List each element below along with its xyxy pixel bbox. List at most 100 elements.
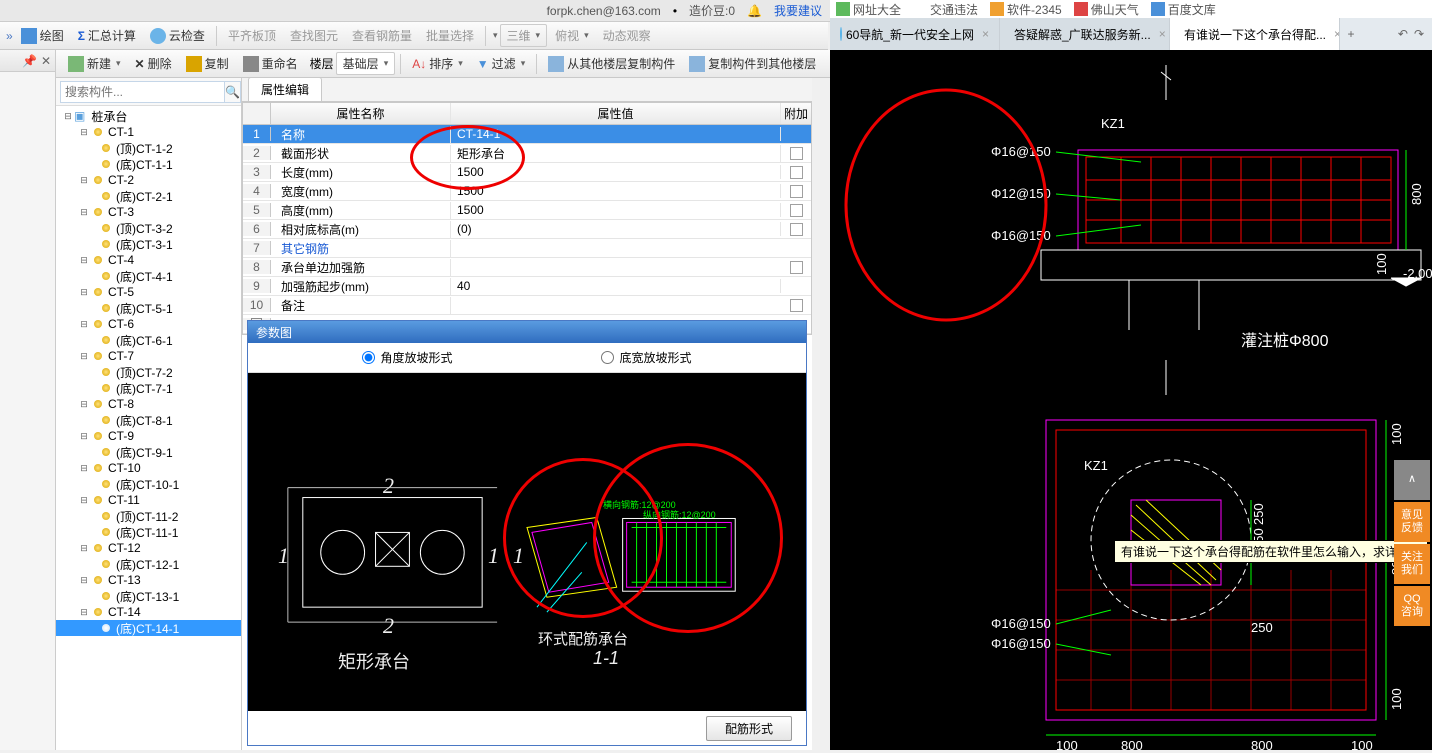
- browser-tab[interactable]: 有谁说一下这个承台得配...×: [1170, 18, 1340, 50]
- tree-node[interactable]: ⊟CT-4: [56, 252, 241, 268]
- property-row[interactable]: 2截面形状矩形承台: [243, 144, 811, 163]
- sum-button[interactable]: Σ汇总计算: [72, 25, 142, 46]
- property-grid: 属性名称 属性值 附加 1名称CT-14-12截面形状矩形承台3长度(mm)15…: [242, 102, 812, 335]
- radio-bottom-width-slope[interactable]: 底宽放坡形式: [601, 349, 691, 366]
- delete-button[interactable]: ✕删除: [129, 53, 178, 74]
- browser-tab[interactable]: 答疑解惑_广联达服务新...×: [1000, 18, 1170, 50]
- component-tree-panel: 🔍 ⊟▣桩承台⊟CT-1(顶)CT-1-2(底)CT-1-1⊟CT-2(底)CT…: [56, 78, 242, 750]
- tree-leaf[interactable]: (顶)CT-3-2: [56, 220, 241, 236]
- qq-button[interactable]: QQ 咨询: [1394, 586, 1430, 626]
- tree-leaf[interactable]: (底)CT-1-1: [56, 156, 241, 172]
- tree-node[interactable]: ⊟CT-13: [56, 572, 241, 588]
- rename-button[interactable]: 重命名: [237, 53, 304, 74]
- sort-button[interactable]: A↓排序▾: [406, 53, 469, 74]
- property-row[interactable]: 3长度(mm)1500: [243, 163, 811, 182]
- draw-button[interactable]: 绘图: [15, 25, 70, 46]
- property-row[interactable]: 7其它钢筋: [243, 239, 811, 258]
- back-icon[interactable]: ↶: [1398, 27, 1408, 41]
- tree-root[interactable]: ⊟▣桩承台: [56, 108, 241, 124]
- property-tab[interactable]: 属性编辑: [248, 77, 322, 101]
- tree-leaf[interactable]: (底)CT-11-1: [56, 524, 241, 540]
- tree-node[interactable]: ⊟CT-6: [56, 316, 241, 332]
- forward-icon[interactable]: ↷: [1414, 27, 1424, 41]
- new-tab-button[interactable]: +: [1340, 18, 1362, 50]
- tree-leaf[interactable]: (底)CT-5-1: [56, 300, 241, 316]
- tree-node[interactable]: ⊟CT-8: [56, 396, 241, 412]
- perspective-button[interactable]: 俯视▾: [549, 25, 595, 46]
- tree-node[interactable]: ⊟CT-10: [56, 460, 241, 476]
- property-row[interactable]: 5高度(mm)1500: [243, 201, 811, 220]
- tree-leaf[interactable]: (底)CT-13-1: [56, 588, 241, 604]
- tree-leaf[interactable]: (底)CT-8-1: [56, 412, 241, 428]
- svg-text:Φ16@150: Φ16@150: [991, 636, 1051, 651]
- top-header: forpk.chen@163.com • 造价豆:0 🔔 我要建议: [0, 0, 830, 22]
- tree-node[interactable]: ⊟CT-9: [56, 428, 241, 444]
- floor-label: 楼层: [310, 55, 334, 72]
- rebar-form-button[interactable]: 配筋形式: [706, 716, 792, 741]
- bookmark-item[interactable]: 百度文库: [1151, 1, 1216, 18]
- tree-leaf[interactable]: (底)CT-9-1: [56, 444, 241, 460]
- search-input[interactable]: [60, 81, 225, 103]
- tree-node[interactable]: ⊟CT-14: [56, 604, 241, 620]
- flat-button[interactable]: 平齐板顶: [222, 25, 282, 46]
- separator: •: [673, 4, 677, 18]
- tree-body[interactable]: ⊟▣桩承台⊟CT-1(顶)CT-1-2(底)CT-1-1⊟CT-2(底)CT-2…: [56, 106, 241, 750]
- tree-leaf[interactable]: (底)CT-7-1: [56, 380, 241, 396]
- tree-node[interactable]: ⊟CT-1: [56, 124, 241, 140]
- dropdown-icon[interactable]: ▾: [493, 30, 498, 41]
- browser-tab[interactable]: 60导航_新一代安全上网×: [830, 18, 1000, 50]
- view3d-button[interactable]: 三维▾: [500, 24, 548, 47]
- tree-node[interactable]: ⊟CT-12: [56, 540, 241, 556]
- bell-icon[interactable]: 🔔: [747, 4, 762, 18]
- search-button[interactable]: 🔍: [225, 81, 241, 103]
- suggest-link[interactable]: 我要建议: [774, 2, 822, 19]
- tree-leaf[interactable]: (底)CT-4-1: [56, 268, 241, 284]
- pin-icon[interactable]: 📌: [22, 54, 37, 68]
- filter-button[interactable]: ▼过滤▾: [471, 53, 531, 74]
- copy-to-floor-button[interactable]: 复制构件到其他楼层: [683, 53, 822, 74]
- tree-node[interactable]: ⊟CT-11: [56, 492, 241, 508]
- rebar-button[interactable]: 查看钢筋量: [346, 25, 418, 46]
- tree-leaf[interactable]: (顶)CT-1-2: [56, 140, 241, 156]
- property-row[interactable]: 4宽度(mm)1500: [243, 182, 811, 201]
- tree-leaf[interactable]: (底)CT-10-1: [56, 476, 241, 492]
- bookmark-item[interactable]: 交通违法: [913, 1, 978, 18]
- property-row[interactable]: 10备注: [243, 296, 811, 315]
- find-button[interactable]: 查找图元: [284, 25, 344, 46]
- bookmark-item[interactable]: 网址大全: [836, 1, 901, 18]
- tree-leaf[interactable]: (底)CT-3-1: [56, 236, 241, 252]
- tree-node[interactable]: ⊟CT-5: [56, 284, 241, 300]
- radio-angle-slope[interactable]: 角度放坡形式: [362, 349, 452, 366]
- bookmark-item[interactable]: 佛山天气: [1074, 1, 1139, 18]
- feedback-button[interactable]: 意见 反馈: [1394, 502, 1430, 542]
- tree-leaf[interactable]: (底)CT-14-1: [56, 620, 241, 636]
- tree-leaf[interactable]: (顶)CT-11-2: [56, 508, 241, 524]
- property-row[interactable]: 9加强筋起步(mm)40: [243, 277, 811, 296]
- chevron-down-icon[interactable]: »: [6, 29, 13, 43]
- scroll-top-button[interactable]: ∧: [1394, 460, 1430, 500]
- svg-text:800: 800: [1409, 183, 1424, 205]
- batch-button[interactable]: 批量选择: [420, 25, 480, 46]
- base-floor-select[interactable]: 基础层▾: [336, 52, 396, 75]
- tree-node[interactable]: ⊟CT-3: [56, 204, 241, 220]
- copy-from-floor-button[interactable]: 从其他楼层复制构件: [542, 53, 681, 74]
- tree-node[interactable]: ⊟CT-2: [56, 172, 241, 188]
- bookmark-item[interactable]: 软件-2345: [990, 1, 1062, 18]
- property-row[interactable]: 6相对底标高(m)(0): [243, 220, 811, 239]
- tree-leaf[interactable]: (底)CT-6-1: [56, 332, 241, 348]
- copy-button[interactable]: 复制: [180, 53, 235, 74]
- browser-tabs: 60导航_新一代安全上网×答疑解惑_广联达服务新...×有谁说一下这个承台得配.…: [830, 18, 1432, 50]
- tree-leaf[interactable]: (底)CT-12-1: [56, 556, 241, 572]
- dynamic-button[interactable]: 动态观察: [597, 25, 657, 46]
- tree-node[interactable]: ⊟CT-7: [56, 348, 241, 364]
- property-row[interactable]: 8承台单边加强筋: [243, 258, 811, 277]
- tree-leaf[interactable]: (顶)CT-7-2: [56, 364, 241, 380]
- cloud-check-button[interactable]: 云检查: [144, 25, 211, 46]
- follow-button[interactable]: 关注 我们: [1394, 544, 1430, 584]
- close-icon[interactable]: ✕: [41, 54, 51, 68]
- tree-leaf[interactable]: (底)CT-2-1: [56, 188, 241, 204]
- cad-viewport[interactable]: KZ1 Φ16@150 Φ12@150 Φ16@150 800 100 -2.0…: [830, 50, 1432, 750]
- property-row[interactable]: 1名称CT-14-1: [243, 125, 811, 144]
- new-button[interactable]: 新建▾: [62, 53, 127, 74]
- coin-label: 造价豆:0: [689, 2, 735, 19]
